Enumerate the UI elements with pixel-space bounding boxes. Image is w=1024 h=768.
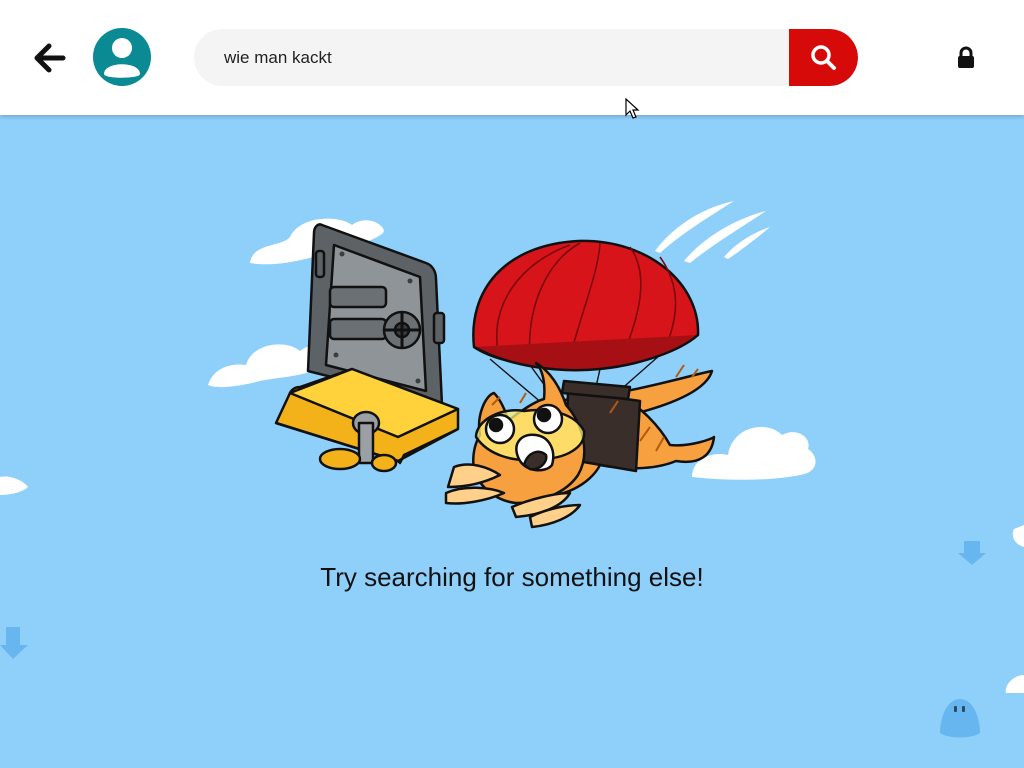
empty-results-message: Try searching for something else! [320,562,704,592]
mouse-pointer-icon [625,98,640,119]
search-input[interactable] [194,29,784,86]
search-icon [811,45,836,70]
lock-icon[interactable] [956,46,976,70]
search-bar [194,29,858,86]
wind-streaks [655,201,770,263]
cat-icon [444,361,716,529]
user-avatar-icon[interactable] [93,28,151,86]
parachuting-cat-and-vault-illustration [0,201,1024,738]
arrow-left-icon[interactable] [30,40,70,76]
search-button[interactable] [789,29,858,86]
results-area: Try searching for something else! [0,115,1024,768]
top-bar [0,0,1024,115]
